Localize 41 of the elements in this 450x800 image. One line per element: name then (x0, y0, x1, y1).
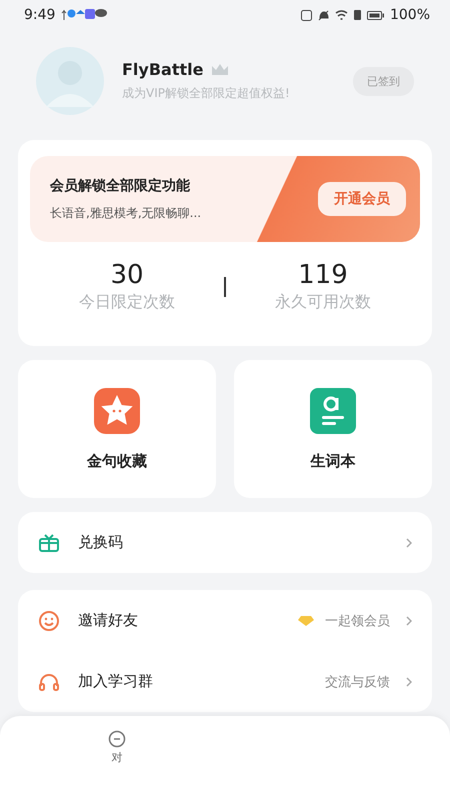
stat-label: 永久可用次数 (275, 292, 371, 313)
smiley-icon (38, 610, 60, 632)
chevron-right-icon (406, 616, 412, 626)
menu-note: 交流与反馈 (325, 674, 390, 690)
tile-label: 金句收藏 (87, 452, 147, 470)
mute-icon (318, 10, 329, 20)
sim-icon (354, 10, 361, 20)
banner-subtitle: 长语音,雅思模考,无限畅聊... (50, 204, 202, 222)
menu-label: 加入学习群 (78, 672, 153, 691)
stat-value: 30 (110, 260, 144, 290)
gift-icon (38, 532, 60, 552)
app-icon (85, 9, 96, 19)
status-time: 9:49 (24, 7, 56, 23)
chat-icon (108, 730, 126, 748)
chevron-right-icon (406, 538, 412, 548)
vocabulary-book-icon (310, 388, 356, 434)
tile-label: 生词本 (310, 452, 356, 470)
avatar (36, 47, 104, 115)
menu-row[interactable]: 邀请好友 一起领会员 (38, 590, 412, 651)
chat-bubble-icon (95, 9, 108, 17)
vip-hint: 成为VIP解锁全部限定超值权益! (122, 85, 291, 102)
battery-percentage: 100% (390, 7, 430, 23)
feature-tile[interactable]: 金句收藏 (18, 360, 216, 498)
user-name: FlyBattle (122, 60, 204, 79)
banner-title: 会员解锁全部限定功能 (50, 176, 191, 194)
menu-row[interactable]: 兑换码 (38, 512, 412, 573)
stat-label: 今日限定次数 (79, 292, 175, 313)
wifi-icon (334, 10, 348, 20)
nfc-icon (300, 10, 312, 20)
menu-label: 邀请好友 (78, 611, 138, 630)
crown-icon (211, 63, 230, 76)
battery-icon (366, 10, 384, 20)
menu-label: 兑换码 (78, 533, 123, 552)
chevron-right-icon (406, 676, 412, 686)
menu-note: 一起领会员 (325, 612, 390, 630)
menu-row[interactable]: 加入学习群 交流与反馈 (38, 651, 412, 712)
usb-icon (61, 9, 68, 21)
stat-value: 119 (298, 260, 348, 290)
headphones-icon (38, 672, 60, 692)
nav-tab[interactable]: 对 (108, 730, 126, 800)
feature-tile[interactable]: 生词本 (234, 360, 432, 498)
